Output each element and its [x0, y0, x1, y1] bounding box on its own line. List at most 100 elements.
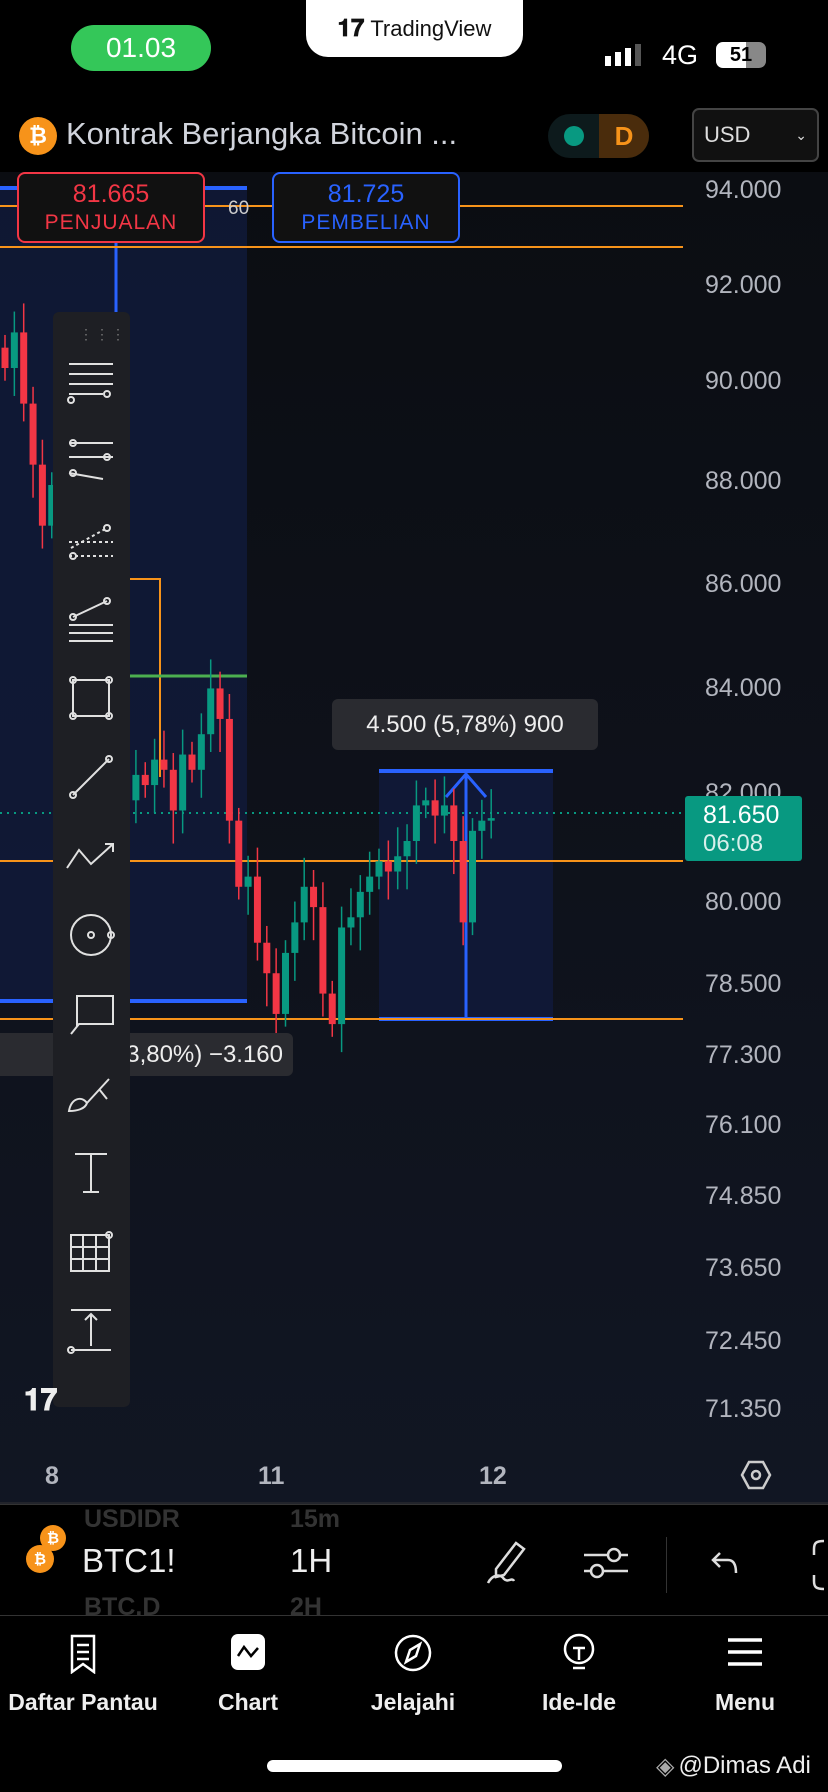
candle-body[interactable]	[384, 861, 392, 872]
watermark-text: @Dimas Adi	[678, 1752, 811, 1779]
interval-selector[interactable]: 1H	[290, 1542, 332, 1580]
candle-body[interactable]	[282, 952, 289, 1014]
candle-body[interactable]	[356, 891, 364, 918]
candle-body[interactable]	[188, 754, 196, 770]
sell-price: 81.665	[72, 180, 150, 208]
candle-body[interactable]	[394, 856, 402, 872]
candle-body[interactable]	[197, 734, 205, 770]
candle-body[interactable]	[216, 688, 224, 719]
candle-body[interactable]	[10, 332, 18, 369]
candle-body[interactable]	[253, 876, 261, 943]
candle-body[interactable]	[151, 759, 159, 786]
buy-button[interactable]: 81.725 PEMBELIAN	[272, 172, 460, 243]
explore-compass-icon	[394, 1634, 432, 1672]
price-tick-label: 90.000	[705, 367, 782, 395]
candle-body[interactable]	[310, 886, 318, 908]
candle-body[interactable]	[403, 841, 411, 857]
candle-body[interactable]	[478, 820, 486, 831]
candle-body[interactable]	[1, 347, 9, 369]
measure-icon[interactable]	[63, 1302, 119, 1358]
currency-select[interactable]: USD ⌄	[692, 108, 819, 162]
candle-body[interactable]	[469, 830, 476, 923]
candle-body[interactable]	[375, 861, 383, 877]
candle-body[interactable]	[459, 841, 467, 923]
market-status-toggle[interactable]: D	[548, 114, 649, 158]
candle-body[interactable]	[328, 993, 336, 1025]
candle-body[interactable]	[235, 820, 243, 887]
price-tick-label: 84.000	[705, 674, 782, 702]
candle-body[interactable]	[338, 927, 346, 1025]
text-icon[interactable]	[63, 1144, 119, 1200]
price-tick-label: 80.000	[705, 888, 782, 916]
nav-label: Jelajahi	[370, 1689, 456, 1715]
price-tick-label: 86.000	[705, 570, 782, 598]
candle-body[interactable]	[207, 688, 215, 735]
trend-based-fib-icon[interactable]	[63, 591, 119, 647]
brand-name: TradingView	[370, 15, 492, 41]
candle-body[interactable]	[20, 332, 28, 404]
candle-body[interactable]	[132, 774, 140, 801]
candle-body[interactable]	[244, 876, 252, 887]
signal-icon	[605, 44, 641, 66]
nav-item-menu[interactable]: Menu	[665, 1632, 825, 1716]
nav-item-chart[interactable]: Chart	[168, 1632, 328, 1716]
candle-body[interactable]	[29, 403, 37, 465]
sell-button[interactable]: 81.665 PENJUALAN	[17, 172, 205, 243]
candle-body[interactable]	[450, 805, 458, 842]
tradingview-notch: 𝟏𝟕 TradingView	[306, 0, 523, 57]
nav-item-jelajahi[interactable]: Jelajahi	[333, 1632, 493, 1716]
drag-handle-icon[interactable]: ⋮⋮⋮	[79, 326, 127, 343]
fullscreen-icon[interactable]	[804, 1539, 828, 1591]
nav-label: Menu	[714, 1689, 776, 1715]
candle-body[interactable]	[412, 805, 420, 842]
price-tick-label: 92.000	[705, 271, 782, 299]
candle-body[interactable]	[300, 886, 308, 923]
candle-body[interactable]	[422, 800, 430, 806]
chart-icon	[231, 1634, 265, 1670]
symbol-title[interactable]: Kontrak Berjangka Bitcoin ...	[66, 116, 457, 152]
pencil-icon[interactable]	[484, 1539, 530, 1585]
callout-icon[interactable]	[63, 986, 119, 1042]
candle-body[interactable]	[440, 805, 448, 816]
prev-interval[interactable]: 15m	[290, 1505, 340, 1534]
candle-body[interactable]	[487, 818, 495, 821]
undo-icon[interactable]	[710, 1549, 740, 1577]
ideas-lightbulb-icon	[563, 1633, 595, 1670]
candle-body[interactable]	[291, 922, 299, 953]
price-tick-label: 94.000	[705, 176, 782, 204]
pitchfork-icon[interactable]	[63, 433, 119, 489]
brush-icon[interactable]	[63, 1065, 119, 1121]
nav-item-ide-ide[interactable]: Ide-Ide	[499, 1632, 659, 1716]
candle-body[interactable]	[141, 774, 149, 786]
circle-icon[interactable]	[63, 907, 119, 963]
candle-body[interactable]	[347, 917, 355, 928]
nav-item-daftar-pantau[interactable]: Daftar Pantau	[3, 1632, 163, 1716]
long-position-tooltip: 4.500 (5,78%) 900	[332, 699, 598, 750]
settings-hexagon-icon[interactable]	[740, 1459, 772, 1491]
candle-body[interactable]	[225, 718, 233, 821]
candle-body[interactable]	[169, 769, 177, 811]
candle-body[interactable]	[319, 907, 327, 994]
fib-retracement-icon[interactable]	[63, 512, 119, 568]
drawing-toolbar[interactable]: ⋮⋮⋮	[53, 312, 130, 1407]
grid-icon[interactable]	[63, 1223, 119, 1279]
candle-body[interactable]	[160, 759, 168, 770]
horizontal-lines-icon[interactable]	[63, 354, 119, 410]
candle-body[interactable]	[263, 942, 271, 974]
candle-body[interactable]	[366, 876, 374, 892]
candle-body[interactable]	[272, 973, 280, 1014]
symbol-bar: USDIDR 15m BTC.D 2H ₿ ₿ BTC1! 1H	[0, 1504, 828, 1621]
rectangle-icon[interactable]	[63, 670, 119, 726]
indicator-sliders-icon[interactable]	[584, 1543, 628, 1583]
candle-body[interactable]	[431, 800, 439, 816]
prev-symbol[interactable]: USDIDR	[84, 1505, 180, 1534]
divider	[666, 1537, 667, 1593]
price-tick-label: 73.650	[705, 1254, 782, 1282]
battery-icon: 51	[716, 42, 766, 68]
candle-body[interactable]	[179, 754, 187, 811]
path-icon[interactable]	[63, 828, 119, 884]
symbol-selector[interactable]: BTC1!	[82, 1542, 176, 1580]
candle-body[interactable]	[38, 464, 46, 526]
time-label: 12	[479, 1462, 507, 1490]
trend-line-icon[interactable]	[63, 749, 119, 805]
